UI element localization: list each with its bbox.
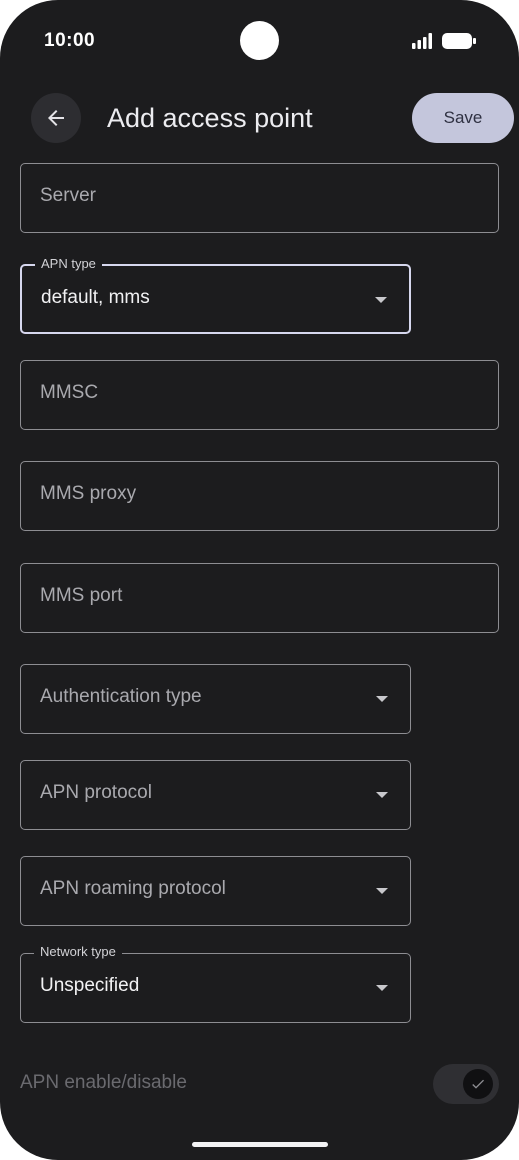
toggle-thumb [463, 1069, 493, 1099]
dropdown-arrow-icon [376, 792, 388, 798]
apn-type-value: default, mms [41, 287, 150, 308]
apn-protocol-dropdown[interactable]: APN protocol [20, 760, 411, 830]
apn-roaming-protocol-dropdown[interactable]: APN roaming protocol [20, 856, 411, 926]
apn-roaming-protocol-label: APN roaming protocol [40, 878, 226, 899]
check-icon [472, 1079, 484, 1089]
server-field[interactable]: Server [20, 163, 499, 233]
dropdown-arrow-icon [375, 297, 387, 303]
status-time: 10:00 [44, 30, 96, 51]
home-indicator[interactable] [192, 1142, 328, 1147]
phone-screen: 10:00 Add access point Save Server APN t… [0, 0, 519, 1160]
arrow-left-icon [48, 110, 64, 126]
apn-enable-toggle[interactable] [433, 1064, 499, 1104]
signal-icon [412, 33, 432, 49]
front-camera [240, 21, 279, 60]
dropdown-arrow-icon [376, 888, 388, 894]
back-button[interactable] [31, 93, 81, 143]
apn-enable-label: APN enable/disable [20, 1072, 187, 1093]
apn-type-dropdown[interactable]: APN type default, mms [20, 256, 411, 334]
battery-icon [442, 33, 476, 49]
apn-type-label: APN type [35, 256, 102, 272]
dropdown-arrow-icon [376, 985, 388, 991]
page-title: Add access point [107, 103, 313, 133]
mmsc-label: MMSC [40, 382, 99, 403]
authentication-type-dropdown[interactable]: Authentication type [20, 664, 411, 734]
authentication-type-label: Authentication type [40, 686, 202, 707]
server-label: Server [40, 185, 96, 206]
network-type-dropdown[interactable]: Network type Unspecified [20, 944, 411, 1023]
mms-proxy-label: MMS proxy [40, 483, 137, 504]
mms-proxy-field[interactable]: MMS proxy [20, 461, 499, 531]
mmsc-field[interactable]: MMSC [20, 360, 499, 430]
network-type-label: Network type [34, 944, 122, 960]
save-button[interactable]: Save [412, 93, 514, 143]
apn-protocol-label: APN protocol [40, 782, 152, 803]
mms-port-label: MMS port [40, 585, 123, 606]
network-type-value: Unspecified [40, 975, 140, 996]
dropdown-arrow-icon [376, 696, 388, 702]
mms-port-field[interactable]: MMS port [20, 563, 499, 633]
